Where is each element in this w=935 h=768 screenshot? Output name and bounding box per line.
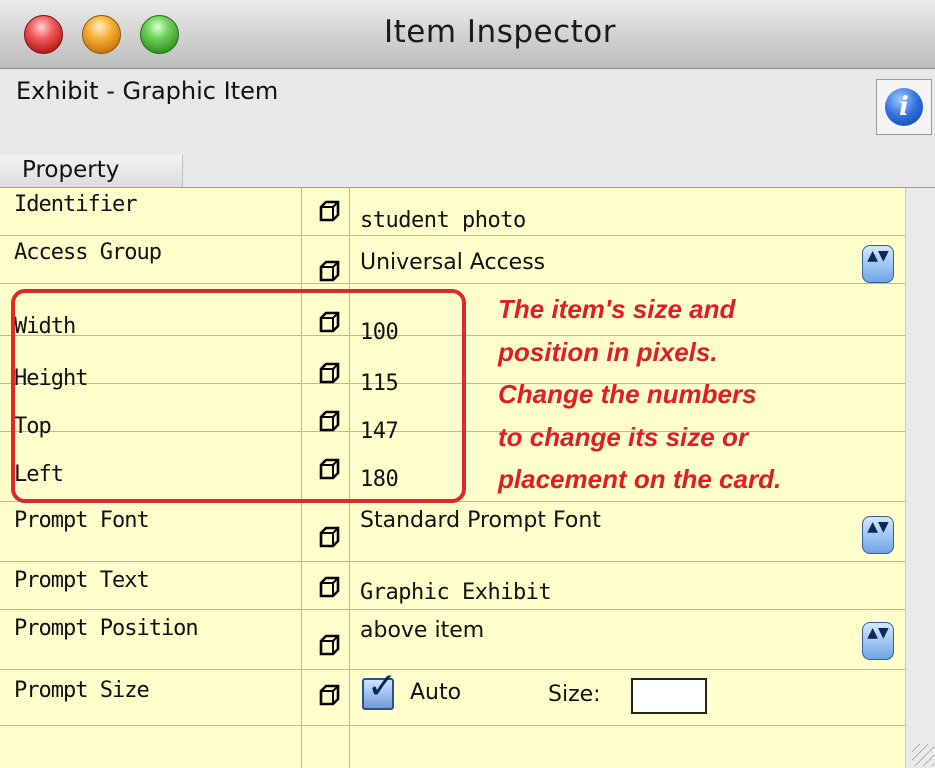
- cube-icon[interactable]: [318, 576, 340, 598]
- property-column-label: Property: [22, 157, 120, 183]
- checkmark-icon: ✓: [367, 666, 398, 707]
- close-button[interactable]: [24, 15, 63, 54]
- property-name: Identifier: [14, 192, 137, 217]
- property-name: Prompt Text: [14, 568, 150, 593]
- info-button[interactable]: i: [876, 79, 932, 135]
- popup-arrows-icon: ▲▼: [867, 248, 889, 264]
- auto-checkbox[interactable]: ✓: [362, 666, 397, 710]
- item-type-label: Exhibit - Graphic Item: [16, 77, 279, 105]
- property-row[interactable]: Prompt Position above item ▲▼: [0, 610, 905, 670]
- cube-icon[interactable]: [318, 260, 340, 282]
- empty-row: [0, 726, 905, 768]
- property-column-header[interactable]: Property: [0, 155, 183, 187]
- property-name: Access Group: [14, 240, 162, 265]
- cube-icon[interactable]: [318, 684, 340, 706]
- property-name: Prompt Position: [14, 616, 199, 641]
- property-row[interactable]: Access Group Universal Access ▲▼: [0, 236, 905, 284]
- zoom-button[interactable]: [140, 15, 179, 54]
- window-title: Item Inspector: [383, 14, 617, 50]
- prompt-font-popup[interactable]: ▲▼: [862, 516, 894, 554]
- annotation-line: The item's size and: [498, 294, 736, 324]
- prompt-text-value[interactable]: Graphic Exhibit: [360, 580, 552, 605]
- inspector-header: Exhibit - Graphic Item i Property: [0, 69, 935, 188]
- access-group-popup[interactable]: ▲▼: [862, 245, 894, 283]
- property-row[interactable]: Prompt Text Graphic Exhibit: [0, 562, 905, 610]
- annotation-line: position in pixels.: [498, 336, 718, 367]
- prompt-font-value[interactable]: Standard Prompt Font: [360, 508, 601, 533]
- size-input[interactable]: [631, 678, 707, 714]
- property-row[interactable]: Prompt Size ✓ Auto Size:: [0, 666, 905, 726]
- cube-icon[interactable]: [318, 200, 340, 222]
- identifier-value[interactable]: student photo: [360, 208, 526, 233]
- property-name: Prompt Size: [14, 678, 150, 703]
- property-row[interactable]: Prompt Font Standard Prompt Font ▲▼: [0, 502, 905, 562]
- annotation-line: to change its size or: [498, 421, 748, 452]
- popup-arrows-icon: ▲▼: [867, 625, 889, 641]
- property-row[interactable]: Identifier student photo: [0, 188, 905, 236]
- prompt-position-value[interactable]: above item: [360, 618, 484, 643]
- access-group-value[interactable]: Universal Access: [360, 250, 545, 275]
- cube-icon[interactable]: [318, 634, 340, 656]
- annotation-highlight-box: [11, 289, 466, 503]
- size-label: Size:: [548, 682, 601, 707]
- annotation-line: placement on the card.: [498, 464, 782, 494]
- annotation-line: Change the numbers: [498, 379, 757, 409]
- title-bar: Item Inspector: [0, 0, 935, 69]
- info-icon: i: [885, 88, 923, 126]
- popup-arrows-icon: ▲▼: [867, 519, 889, 535]
- minimize-button[interactable]: [82, 15, 121, 54]
- annotation-text: The item's size and position in pixels. …: [498, 288, 918, 501]
- prompt-position-popup[interactable]: ▲▼: [862, 622, 894, 660]
- property-name: Prompt Font: [14, 508, 150, 533]
- auto-label: Auto: [410, 680, 462, 705]
- cube-icon[interactable]: [318, 526, 340, 548]
- resize-grip-icon[interactable]: [912, 744, 934, 766]
